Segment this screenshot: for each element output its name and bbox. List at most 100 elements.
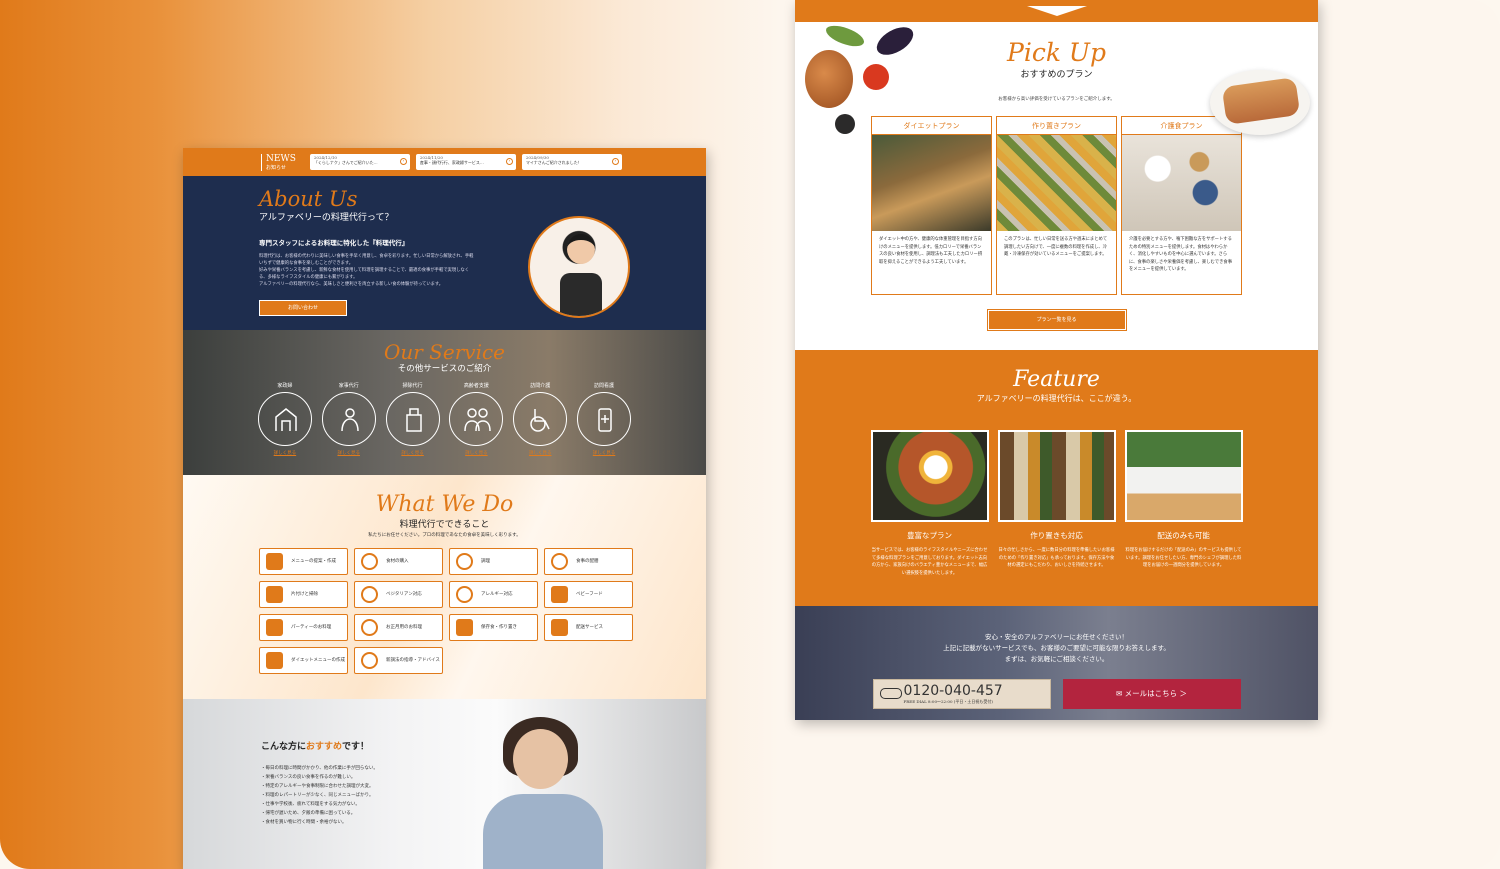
allergy-icon — [456, 586, 473, 603]
phone-button[interactable]: 0120-040-457 FREE DIAL 8:00〜22:00 (平日・土日… — [872, 679, 1051, 709]
contact-line: まずは、お気軽にご相談ください。 — [1004, 655, 1109, 663]
what-we-do-section: What We Do 料理代行でできること 私たちにお任せください。プロの料理で… — [183, 475, 706, 699]
feature-item: 作り置きも対応 日々の忙しさから、一度に数日分の料理を準備したいお客様のための「… — [997, 430, 1116, 577]
pickup-section: Pick Up おすすめのプラン お客様から高い評価を受けているプランをご紹介し… — [795, 21, 1318, 350]
news-item[interactable]: 2024/09/30 マイナさんご紹介されました！ › — [521, 154, 622, 170]
feature-item-title: 配送のみも可能 — [1157, 531, 1210, 540]
diet-food-image — [872, 135, 991, 231]
wwd-label: 調理 — [481, 558, 490, 564]
meal-prep-containers-image — [997, 430, 1116, 522]
olive-image — [835, 114, 855, 134]
recommend-title-post: です！ — [342, 742, 370, 752]
news-text: 産事・顔代行行、家政婦サービス… — [419, 160, 484, 165]
about-body: 料理代行は、お客様の代わりに美味しい食事を手早く用意し、食卓を彩ります。忙しい日… — [259, 253, 517, 288]
plan-desc: ダイエット中の方や、健康的な体重管理を目指す方向けのメニューを提供します。低カロ… — [879, 237, 983, 265]
service-title: Our Service — [383, 340, 506, 364]
contact-button[interactable]: お問い合わせ — [259, 300, 347, 316]
storage-icon — [456, 619, 473, 636]
news-heading: NEWS お知らせ — [261, 153, 296, 171]
service-label: 家政婦 — [277, 383, 293, 389]
feature-item-title: 作り置きも対応 — [1030, 531, 1083, 540]
plan-card[interactable]: ダイエットプラン ダイエット中の方や、健康的な体重管理を目指す方向けのメニューを… — [871, 116, 992, 295]
wwd-item: ダイエットメニューの作成 — [259, 647, 348, 674]
wheelchair-icon — [513, 392, 568, 446]
plan-card[interactable]: 介護食プラン 介護を必要とする方や、噛下困難な方をサポートするための特別メニュー… — [1121, 116, 1242, 295]
wwd-item: 新調法の指導・アドバイス — [354, 647, 443, 674]
wwd-item: ベジタリアン対応 — [354, 581, 443, 608]
wwd-item: 調理 — [449, 548, 538, 575]
chat-icon — [361, 652, 378, 669]
news-item[interactable]: 2024/12/10 「くらしナク」さんでご紹介いた… › — [309, 154, 410, 170]
mail-label: メールはこちら ＞ — [1124, 689, 1188, 698]
delivery-icon — [551, 619, 568, 636]
cleaning-icon — [385, 392, 440, 446]
service-more-link[interactable]: 詳しく見る — [512, 450, 568, 456]
wwd-item: メニューの提案・作成 — [259, 548, 348, 575]
service-item[interactable]: 掃除代行 詳しく見る — [385, 382, 441, 456]
news-text: 「くらしナク」さんでご紹介いた… — [313, 160, 378, 165]
plan-list: ダイエットプラン ダイエット中の方や、健康的な体重管理を目指す方向けのメニューを… — [795, 116, 1318, 295]
woman-shirt — [483, 794, 603, 869]
about-body-line: 料理代行は、お客様の代わりに美味しい食事を手早く用意し、食卓を彩ります。忙しい日… — [259, 254, 474, 259]
service-more-link[interactable]: 詳しく見る — [321, 450, 377, 456]
left-page-mockup: NEWS お知らせ 2024/12/10 「くらしナク」さんでご紹介いた… › … — [183, 148, 706, 869]
wwd-label: 片付けと掃除 — [291, 591, 318, 597]
service-label: 訪問看護 — [594, 383, 615, 389]
sandwich-image — [1210, 70, 1310, 135]
contact-line: 上記に記載がないサービスでも、お客様のご要望に可能な限りお答えします。 — [943, 644, 1170, 652]
about-body-line: る、多様なライフスタイルの健康にも繋がります。 — [259, 275, 358, 280]
service-subtitle: その他サービスのご紹介 — [397, 364, 492, 374]
service-item[interactable]: 高齢者支援 詳しく見る — [448, 382, 504, 456]
service-item[interactable]: 家事代行 詳しく見る — [321, 382, 377, 456]
contact-buttons: 0120-040-457 FREE DIAL 8:00〜22:00 (平日・土日… — [795, 679, 1318, 709]
service-item[interactable]: 訪問看護 詳しく見る — [576, 382, 632, 456]
recommend-title-pre: こんな方に — [261, 742, 307, 752]
house-icon — [257, 392, 312, 446]
mail-button[interactable]: ✉ メールはこちら ＞ — [1062, 679, 1241, 709]
feature-item-title: 豊富なプラン — [907, 531, 952, 540]
tired-woman-photo — [473, 709, 613, 869]
wwd-item: ベビーフード — [544, 581, 633, 608]
service-more-link[interactable]: 詳しく見る — [385, 450, 441, 456]
plans-list-button[interactable]: プラン一覧を見る — [986, 309, 1127, 331]
service-more-link[interactable]: 詳しく見る — [576, 450, 632, 456]
arrow-icon: › — [505, 158, 513, 165]
pumpkin-image — [805, 50, 853, 108]
wwd-label: ダイエットメニューの作成 — [291, 657, 345, 663]
feature-item-desc: 料理をお届けするだけの「配送のみ」のサービスも提供しています。調理をお任せしたい… — [1125, 548, 1242, 568]
arrow-icon: › — [399, 158, 407, 165]
wwd-item: 片付けと掃除 — [259, 581, 348, 608]
service-more-link[interactable]: 詳しく見る — [257, 450, 313, 456]
about-lead: 専門スタッフによるお料理に特化した『料理代行』 — [259, 239, 409, 247]
housework-icon — [321, 392, 376, 446]
cleaning-plate-icon — [266, 586, 283, 603]
plan-card[interactable]: 作り置きプラン このプランは、忙しい日常を送る方や週末にまとめて調理したい方向け… — [996, 116, 1117, 295]
wwd-grid: メニューの提案・作成 食材の購入 調理 食事の配膳 片付けと掃除 ベジタリアン対… — [259, 548, 706, 674]
pickup-title: Pick Up — [1007, 38, 1106, 67]
cart-icon — [361, 553, 378, 570]
service-label: 掃除代行 — [402, 383, 423, 389]
service-item[interactable]: 訪問介護 詳しく見る — [512, 382, 568, 456]
news-item[interactable]: 2024/11/20 産事・顔代行行、家政婦サービス… › — [415, 154, 516, 170]
wwd-label: ベビーフード — [576, 591, 603, 597]
cutting-board-icon — [456, 553, 473, 570]
plan-desc: このプランは、忙しい日常を送る方や週末にまとめて調理したい方向けで、一度に複数の… — [1004, 237, 1108, 257]
service-more-link[interactable]: 詳しく見る — [448, 450, 504, 456]
wwd-item: 食事の配膳 — [544, 548, 633, 575]
feature-item: 配送のみも可能 料理をお届けするだけの「配送のみ」のサービスも提供しています。調… — [1124, 430, 1243, 577]
phone-hours: FREE DIAL 8:00〜22:00 (平日・土日祝も受付) — [903, 699, 993, 704]
feature-item-desc: 当サービスでは、お客様のライフスタイルやニーズに合わせて多様な料理プランをご用意… — [871, 548, 988, 576]
cake-icon — [266, 619, 283, 636]
wwd-item: パーティーのお料理 — [259, 614, 348, 641]
wwd-label: 食事の配膳 — [576, 558, 599, 564]
rice-bowl-image — [870, 430, 989, 522]
delivery-person-image — [1124, 430, 1243, 522]
about-section: About Us アルファベリーの料理代行って？ 専門スタッフによるお料理に特化… — [183, 176, 706, 330]
recommend-section: こんな方におすすめです！ ・毎日の料理に時間がかかり、他の作業に手が回らない。 … — [183, 699, 706, 869]
scale-icon — [266, 652, 283, 669]
service-label: 高齢者支援 — [463, 383, 489, 389]
meal-prep-image — [997, 135, 1116, 231]
service-item[interactable]: 家政婦 詳しく見る — [257, 382, 313, 456]
envelope-icon: ✉ — [1115, 689, 1125, 698]
free-dial-icon — [879, 688, 902, 699]
